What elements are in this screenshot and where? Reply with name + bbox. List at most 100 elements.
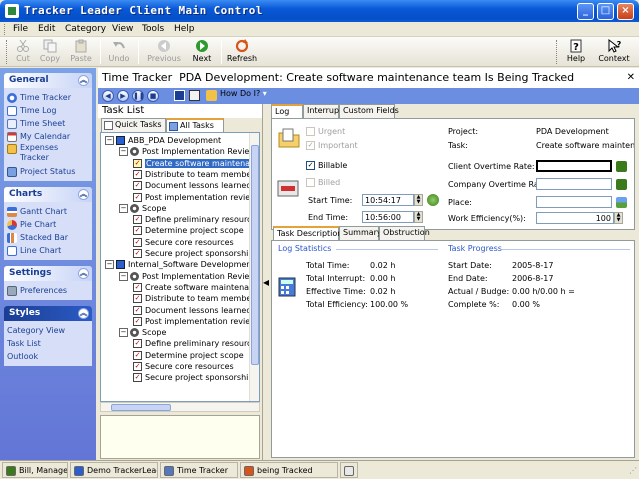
tab-obstruction[interactable]: Obstruction xyxy=(379,226,430,240)
sidebar-item-time-log[interactable]: Time Log xyxy=(7,104,89,117)
tab-quick-tasks[interactable]: Quick Tasks xyxy=(101,118,166,132)
urgent-checkbox[interactable] xyxy=(306,127,315,136)
tree-vertical-scrollbar[interactable] xyxy=(249,133,259,401)
menu-view[interactable]: View xyxy=(112,24,133,34)
tree-task[interactable]: ✓ Define preliminary resources xyxy=(133,214,259,225)
tree-task[interactable]: ✓ Secure project sponsorship xyxy=(133,372,253,383)
stop-icon[interactable]: ■ xyxy=(147,90,159,102)
tree-task[interactable]: ✓ Define preliminary resources xyxy=(133,338,259,349)
menu-file[interactable]: File xyxy=(13,24,28,34)
menu-help[interactable]: Help xyxy=(174,24,195,34)
tree-group[interactable]: − Scope xyxy=(119,327,166,338)
important-checkbox[interactable]: ✓ xyxy=(306,141,315,150)
expand-toggle-icon[interactable]: − xyxy=(119,147,128,157)
next-button[interactable]: Next xyxy=(186,38,218,66)
panel-styles-header[interactable]: Styles ︽ xyxy=(4,306,92,321)
client-overtime-rate-input[interactable] xyxy=(536,160,612,172)
sidebar-item-gantt-chart[interactable]: Gantt Chart xyxy=(7,205,89,218)
money-bag-icon[interactable] xyxy=(616,179,627,190)
collapse-icon[interactable]: ︽ xyxy=(78,189,89,200)
menu-edit[interactable]: Edit xyxy=(38,24,55,34)
resize-grip-icon[interactable]: ⋰ xyxy=(629,466,637,475)
cut-button[interactable]: Cut xyxy=(10,38,36,66)
collapse-icon[interactable]: ︽ xyxy=(78,75,89,86)
tree-horizontal-scrollbar[interactable] xyxy=(100,402,260,412)
status-item[interactable]: Time Tracker xyxy=(160,462,238,478)
close-button[interactable]: × xyxy=(617,3,634,20)
tree-task[interactable]: ✓ Secure project sponsorship xyxy=(133,248,253,259)
back-icon[interactable]: ◀ xyxy=(102,90,114,102)
billed-checkbox[interactable] xyxy=(306,178,315,187)
sidebar-item-category-view[interactable]: Category View xyxy=(7,324,89,337)
maximize-button[interactable]: □ xyxy=(597,3,614,20)
work-efficiency-spinner[interactable]: ▲ ▼ xyxy=(614,212,623,224)
billable-checkbox[interactable]: ✓ xyxy=(306,161,315,170)
tab-custom-fields[interactable]: Custom Fields xyxy=(339,104,399,118)
tree-task[interactable]: ✓ Post implementation review xyxy=(133,192,257,203)
tree-task[interactable]: ✓ Document lessons learned xyxy=(133,180,251,191)
panel-general-header[interactable]: General ︽ xyxy=(4,73,92,88)
tree-group[interactable]: − Post Implementation Review xyxy=(119,271,256,282)
tree-task[interactable]: ✓ Determine project scope xyxy=(133,225,244,236)
end-time-input[interactable]: 10:56:00 xyxy=(362,211,414,223)
tab-all-tasks[interactable]: All Tasks xyxy=(166,118,224,133)
tree-task[interactable]: ✓ Distribute to team members xyxy=(133,169,259,180)
panel-charts-header[interactable]: Charts ︽ xyxy=(4,187,92,202)
sidebar-item-expenses-tracker[interactable]: Expenses Tracker xyxy=(7,143,89,165)
menu-category[interactable]: Category xyxy=(65,24,106,34)
menu-tools[interactable]: Tools xyxy=(142,24,164,34)
panel-settings-header[interactable]: Settings ︽ xyxy=(4,266,92,281)
collapse-icon[interactable]: ︽ xyxy=(78,268,89,279)
sidebar-item-time-sheet[interactable]: Time Sheet xyxy=(7,117,89,130)
sidebar-item-my-calendar[interactable]: My Calendar xyxy=(7,130,89,143)
sidebar-item-stacked-bar[interactable]: Stacked Bar xyxy=(7,231,89,244)
minimize-button[interactable]: _ xyxy=(577,3,594,20)
set-start-now-icon[interactable] xyxy=(427,194,439,206)
tab-summary[interactable]: Summary xyxy=(339,226,382,240)
sidebar-item-project-status[interactable]: Project Status xyxy=(7,165,89,178)
status-item[interactable]: Bill, Manager xyxy=(2,462,68,478)
tree-task[interactable]: ✓ Distribute to team members xyxy=(133,293,259,304)
tree-task[interactable]: ✓Create software maintenance team xyxy=(133,282,259,293)
tree-task[interactable]: ✓ Secure core resources xyxy=(133,237,234,248)
help-button[interactable]: ? Help xyxy=(562,38,590,66)
tab-task-description[interactable]: Task Description xyxy=(273,226,342,241)
tree-project[interactable]: − ABB_PDA Development xyxy=(105,135,221,146)
tree-project[interactable]: − Internal_Software Development xyxy=(105,259,255,270)
sidebar-item-pie-chart[interactable]: Pie Chart xyxy=(7,218,89,231)
end-time-spinner[interactable]: ▲ ▼ xyxy=(414,211,423,223)
previous-button[interactable]: Previous xyxy=(144,38,184,66)
sidebar-item-outlook[interactable]: Outlook xyxy=(7,350,89,363)
pause-icon[interactable]: ❚❚ xyxy=(132,90,145,102)
work-efficiency-input[interactable]: 100 xyxy=(536,212,614,224)
tree-task[interactable]: ✓ Document lessons learned xyxy=(133,305,251,316)
place-input[interactable] xyxy=(536,196,612,208)
tab-log[interactable]: Log xyxy=(271,104,303,119)
start-time-input[interactable]: 10:54:17 xyxy=(362,194,414,206)
sidebar-item-time-tracker[interactable]: Time Tracker xyxy=(7,91,89,104)
tree-group[interactable]: − Scope xyxy=(119,203,166,214)
start-time-spinner[interactable]: ▲ ▼ xyxy=(414,194,423,206)
status-item[interactable] xyxy=(340,462,358,478)
expand-toggle-icon[interactable]: − xyxy=(119,328,128,338)
copy-button[interactable]: Copy xyxy=(36,38,64,66)
money-bag-icon[interactable] xyxy=(616,161,627,172)
location-icon[interactable] xyxy=(616,197,627,208)
expand-toggle-icon[interactable]: − xyxy=(105,260,114,270)
task-notes-area[interactable] xyxy=(100,415,260,459)
expand-toggle-icon[interactable]: − xyxy=(105,136,114,145)
print-icon[interactable] xyxy=(189,90,200,101)
tab-interrupt[interactable]: Interrupt xyxy=(303,104,342,118)
sidebar-item-line-chart[interactable]: Line Chart xyxy=(7,244,89,257)
close-view-icon[interactable]: ✕ xyxy=(627,72,635,83)
tree-group[interactable]: − Post Implementation Review xyxy=(119,146,256,157)
status-item[interactable]: Demo TrackerLeaderV xyxy=(70,462,158,478)
sidebar-item-preferences[interactable]: Preferences xyxy=(7,284,89,297)
undo-button[interactable]: Undo xyxy=(104,38,134,66)
tree-task[interactable]: ✓ Post implementation review xyxy=(133,316,257,327)
refresh-button[interactable]: Refresh xyxy=(224,38,260,66)
company-overtime-rate-input[interactable] xyxy=(536,178,612,190)
context-help-button[interactable]: ? Context xyxy=(594,38,634,66)
forward-icon[interactable]: ▶ xyxy=(117,90,129,102)
save-icon[interactable] xyxy=(174,90,185,101)
